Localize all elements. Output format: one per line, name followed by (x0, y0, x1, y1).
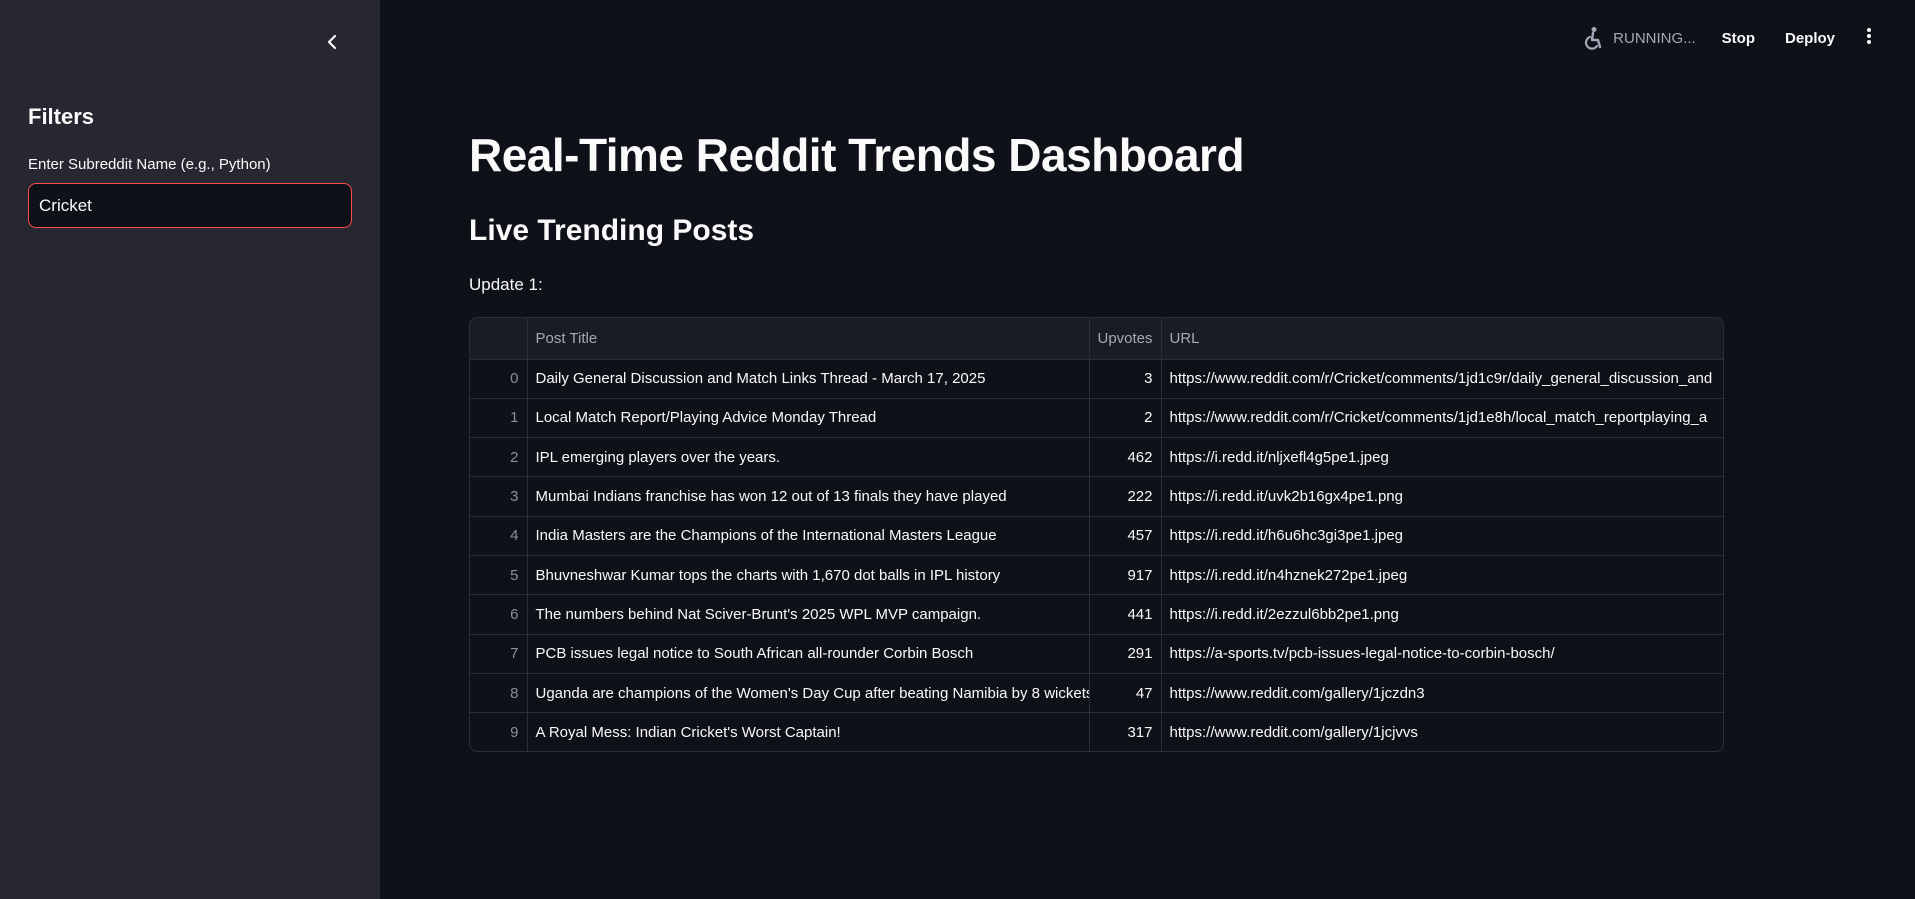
running-status: RUNNING... (1583, 26, 1696, 50)
row-index-cell[interactable]: 6 (470, 594, 528, 635)
post-title-cell[interactable]: PCB issues legal notice to South African… (527, 634, 1090, 674)
upvotes-cell[interactable]: 917 (1089, 555, 1162, 596)
upvotes-cell[interactable]: 3 (1089, 359, 1162, 399)
collapse-sidebar-button[interactable] (318, 30, 346, 58)
url-cell[interactable]: https://www.reddit.com/gallery/1jcjvvs (1161, 713, 1723, 751)
section-title: Live Trending Posts (469, 214, 755, 247)
row-index-cell[interactable]: 2 (470, 437, 528, 478)
page-title: Real-Time Reddit Trends Dashboard (469, 129, 1245, 181)
row-index-cell[interactable]: 9 (470, 712, 528, 751)
upvotes-cell[interactable]: 291 (1089, 634, 1162, 674)
url-cell[interactable]: https://i.redd.it/n4hznek272pe1.jpeg (1161, 555, 1723, 596)
subreddit-input[interactable] (28, 183, 352, 228)
table-row: 9A Royal Mess: Indian Cricket's Worst Ca… (470, 712, 1723, 751)
app-toolbar: RUNNING... Stop Deploy (1583, 24, 1879, 52)
table-row: 7 PCB issues legal notice to South Africa… (470, 634, 1723, 674)
url-cell[interactable]: https://i.redd.it/h6u6hc3gi3pe1.jpeg (1161, 516, 1723, 556)
row-index-cell[interactable]: 7 (470, 634, 528, 674)
table-row: 2 IPL emerging players over the years. 462… (470, 437, 1723, 478)
post-title-cell[interactable]: India Masters are the Champions of the I… (527, 516, 1090, 556)
more-vertical-icon (1866, 27, 1872, 50)
post-title-cell[interactable]: Uganda are champions of the Women's Day … (527, 673, 1090, 714)
column-header-upvotes[interactable]: Upvotes (1089, 318, 1162, 360)
sidebar: Filters Enter Subreddit Name (e.g., Pyth… (0, 0, 380, 899)
url-cell[interactable]: https://a-sports.tv/pcb-issues-legal-not… (1161, 634, 1723, 674)
post-title-cell[interactable]: A Royal Mess: Indian Cricket's Worst Cap… (527, 712, 1090, 751)
post-title-cell[interactable]: Mumbai Indians franchise has won 12 out … (527, 476, 1090, 517)
row-index-cell[interactable]: 4 (470, 516, 528, 556)
post-title-cell[interactable]: Bhuvneshwar Kumar tops the charts with 1… (527, 555, 1090, 596)
column-header-index[interactable] (470, 318, 528, 360)
running-status-label: RUNNING... (1613, 29, 1696, 47)
running-figure-icon (1583, 26, 1605, 50)
upvotes-cell[interactable]: 441 (1089, 594, 1162, 635)
update-label: Update 1: (469, 275, 543, 294)
table-row: 3 Mumbai Indians franchise has won 12 out… (470, 476, 1723, 517)
url-cell[interactable]: https://www.reddit.com/r/Cricket/comment… (1161, 398, 1723, 439)
post-title-cell[interactable]: The numbers behind Nat Sciver-Brunt's 20… (527, 594, 1090, 635)
posts-table: Post Title Upvotes URL 0 Daily General Di… (470, 318, 1723, 751)
stop-button[interactable]: Stop (1716, 26, 1761, 51)
chevron-left-icon (325, 34, 339, 55)
upvotes-cell[interactable]: 222 (1089, 476, 1162, 517)
table-header-row: Post Title Upvotes URL (470, 318, 1723, 360)
row-index-cell[interactable]: 5 (470, 555, 528, 596)
table-row: 0 Daily General Discussion and Match Link… (470, 359, 1723, 399)
table-row: 4 India Masters are the Champions of the … (470, 516, 1723, 556)
table-row: 5 Bhuvneshwar Kumar tops the charts with … (470, 555, 1723, 596)
upvotes-cell[interactable]: 2 (1089, 398, 1162, 439)
column-header-post-title[interactable]: Post Title (527, 318, 1090, 360)
url-cell[interactable]: https://www.reddit.com/r/Cricket/comment… (1161, 359, 1723, 399)
table-row: 6 The numbers behind Nat Sciver-Brunt's 2… (470, 594, 1723, 635)
url-cell[interactable]: https://www.reddit.com/gallery/1jczdn3 (1161, 673, 1723, 714)
posts-dataframe[interactable]: Post Title Upvotes URL 0 Daily General Di… (469, 317, 1724, 752)
post-title-cell[interactable]: IPL emerging players over the years. (527, 437, 1090, 478)
row-index-cell[interactable]: 8 (470, 673, 528, 714)
subreddit-input-label: Enter Subreddit Name (e.g., Python) (28, 156, 271, 173)
sidebar-heading: Filters (28, 104, 95, 129)
url-cell[interactable]: https://i.redd.it/nljxefl4g5pe1.jpeg (1161, 437, 1723, 478)
app-root: Filters Enter Subreddit Name (e.g., Pyth… (0, 0, 1915, 899)
column-header-url[interactable]: URL (1161, 318, 1723, 360)
url-cell[interactable]: https://i.redd.it/uvk2b16gx4pe1.png (1161, 476, 1723, 517)
upvotes-cell[interactable]: 317 (1089, 712, 1162, 751)
post-title-cell[interactable]: Local Match Report/Playing Advice Monday… (527, 398, 1090, 439)
main-menu-button[interactable] (1859, 24, 1879, 52)
post-title-cell[interactable]: Daily General Discussion and Match Links… (527, 359, 1090, 399)
upvotes-cell[interactable]: 47 (1089, 673, 1162, 714)
table-row: 1 Local Match Report/Playing Advice Monda… (470, 398, 1723, 439)
row-index-cell[interactable]: 3 (470, 476, 528, 517)
upvotes-cell[interactable]: 462 (1089, 437, 1162, 478)
url-cell[interactable]: https://i.redd.it/2ezzul6bb2pe1.png (1161, 594, 1723, 635)
upvotes-cell[interactable]: 457 (1089, 516, 1162, 556)
row-index-cell[interactable]: 0 (470, 359, 528, 399)
row-index-cell[interactable]: 1 (470, 398, 528, 439)
deploy-button[interactable]: Deploy (1779, 26, 1841, 51)
table-row: 8 Uganda are champions of the Women's Day… (470, 673, 1723, 714)
table-body: 0 Daily General Discussion and Match Link… (470, 359, 1723, 751)
